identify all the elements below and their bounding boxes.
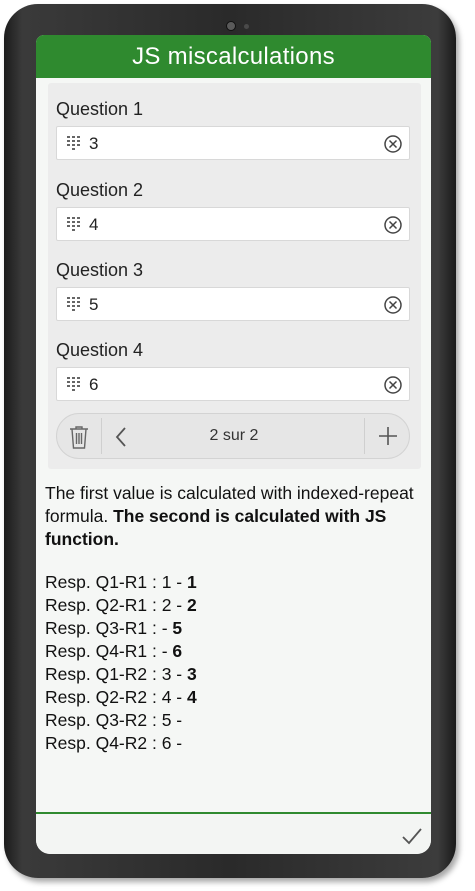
question-4-value: 6 [89, 375, 99, 394]
response-prefix: Resp. Q4-R2 : 6 - [45, 733, 183, 753]
response-bold: 5 [172, 618, 183, 638]
question-2-value: 4 [89, 215, 99, 234]
question-3-input[interactable]: 5 [56, 287, 410, 321]
question-2-input[interactable]: 4 [56, 207, 410, 241]
response-line: Resp. Q2-R1 : 2 - 2 [45, 594, 415, 617]
clear-icon[interactable] [383, 134, 403, 154]
question-3-label: Question 3 [56, 260, 144, 280]
camera-lens [226, 21, 236, 31]
response-bold: 3 [187, 664, 197, 684]
response-line: Resp. Q3-R1 : - 5 [45, 617, 415, 640]
response-line: Resp. Q4-R1 : - 6 [45, 640, 415, 663]
question-1-value: 3 [89, 134, 99, 153]
response-line: Resp. Q2-R2 : 4 - 4 [45, 686, 415, 709]
repeat-group: Question 1 3 Question 2 4 Question 3 5 Q… [48, 83, 421, 469]
device-frame: JS miscalculations Question 1 3 Question… [4, 4, 456, 878]
response-prefix: Resp. Q1-R2 : 3 - [45, 664, 187, 684]
response-bold: 6 [172, 641, 183, 661]
footer-bar [36, 814, 431, 854]
question-1-label: Question 1 [56, 99, 144, 119]
camera-sensor [244, 24, 249, 29]
response-line: Resp. Q1-R1 : 1 - 1 [45, 571, 415, 594]
clear-icon[interactable] [383, 295, 403, 315]
pager-text: 2 sur 2 [209, 427, 259, 444]
repeat-navigation: 2 sur 2 [56, 413, 410, 459]
keypad-icon [67, 297, 80, 311]
keypad-icon [67, 377, 80, 391]
question-2-label: Question 2 [56, 180, 144, 200]
question-3-value: 5 [89, 295, 99, 314]
keypad-icon [67, 136, 80, 150]
response-bold: 4 [187, 687, 197, 707]
response-prefix: Resp. Q1-R1 : 1 - [45, 572, 187, 592]
response-prefix: Resp. Q4-R1 : - [45, 641, 173, 661]
response-prefix: Resp. Q3-R1 : - [45, 618, 173, 638]
response-list: Resp. Q1-R1 : 1 - 1 Resp. Q2-R1 : 2 - 2 … [45, 571, 415, 755]
page-title: JS miscalculations [36, 35, 431, 78]
response-prefix: Resp. Q2-R2 : 4 - [45, 687, 187, 707]
response-line: Resp. Q4-R2 : 6 - [45, 732, 415, 755]
camera [226, 21, 249, 31]
calculation-note: The first value is calculated with index… [45, 482, 415, 551]
nav-divider [364, 418, 365, 454]
response-bold: 1 [187, 572, 197, 592]
response-prefix: Resp. Q3-R2 : 5 - [45, 710, 183, 730]
question-4-label: Question 4 [56, 340, 144, 360]
keypad-icon [67, 217, 80, 231]
check-icon[interactable] [401, 826, 423, 846]
response-line: Resp. Q1-R2 : 3 - 3 [45, 663, 415, 686]
app-screen: JS miscalculations Question 1 3 Question… [36, 35, 431, 854]
response-line: Resp. Q3-R2 : 5 - [45, 709, 415, 732]
response-prefix: Resp. Q2-R1 : 2 - [45, 595, 187, 615]
plus-icon[interactable] [377, 425, 399, 447]
clear-icon[interactable] [383, 375, 403, 395]
clear-icon[interactable] [383, 215, 403, 235]
question-4-input[interactable]: 6 [56, 367, 410, 401]
question-1-input[interactable]: 3 [56, 126, 410, 160]
response-bold: 2 [187, 595, 197, 615]
